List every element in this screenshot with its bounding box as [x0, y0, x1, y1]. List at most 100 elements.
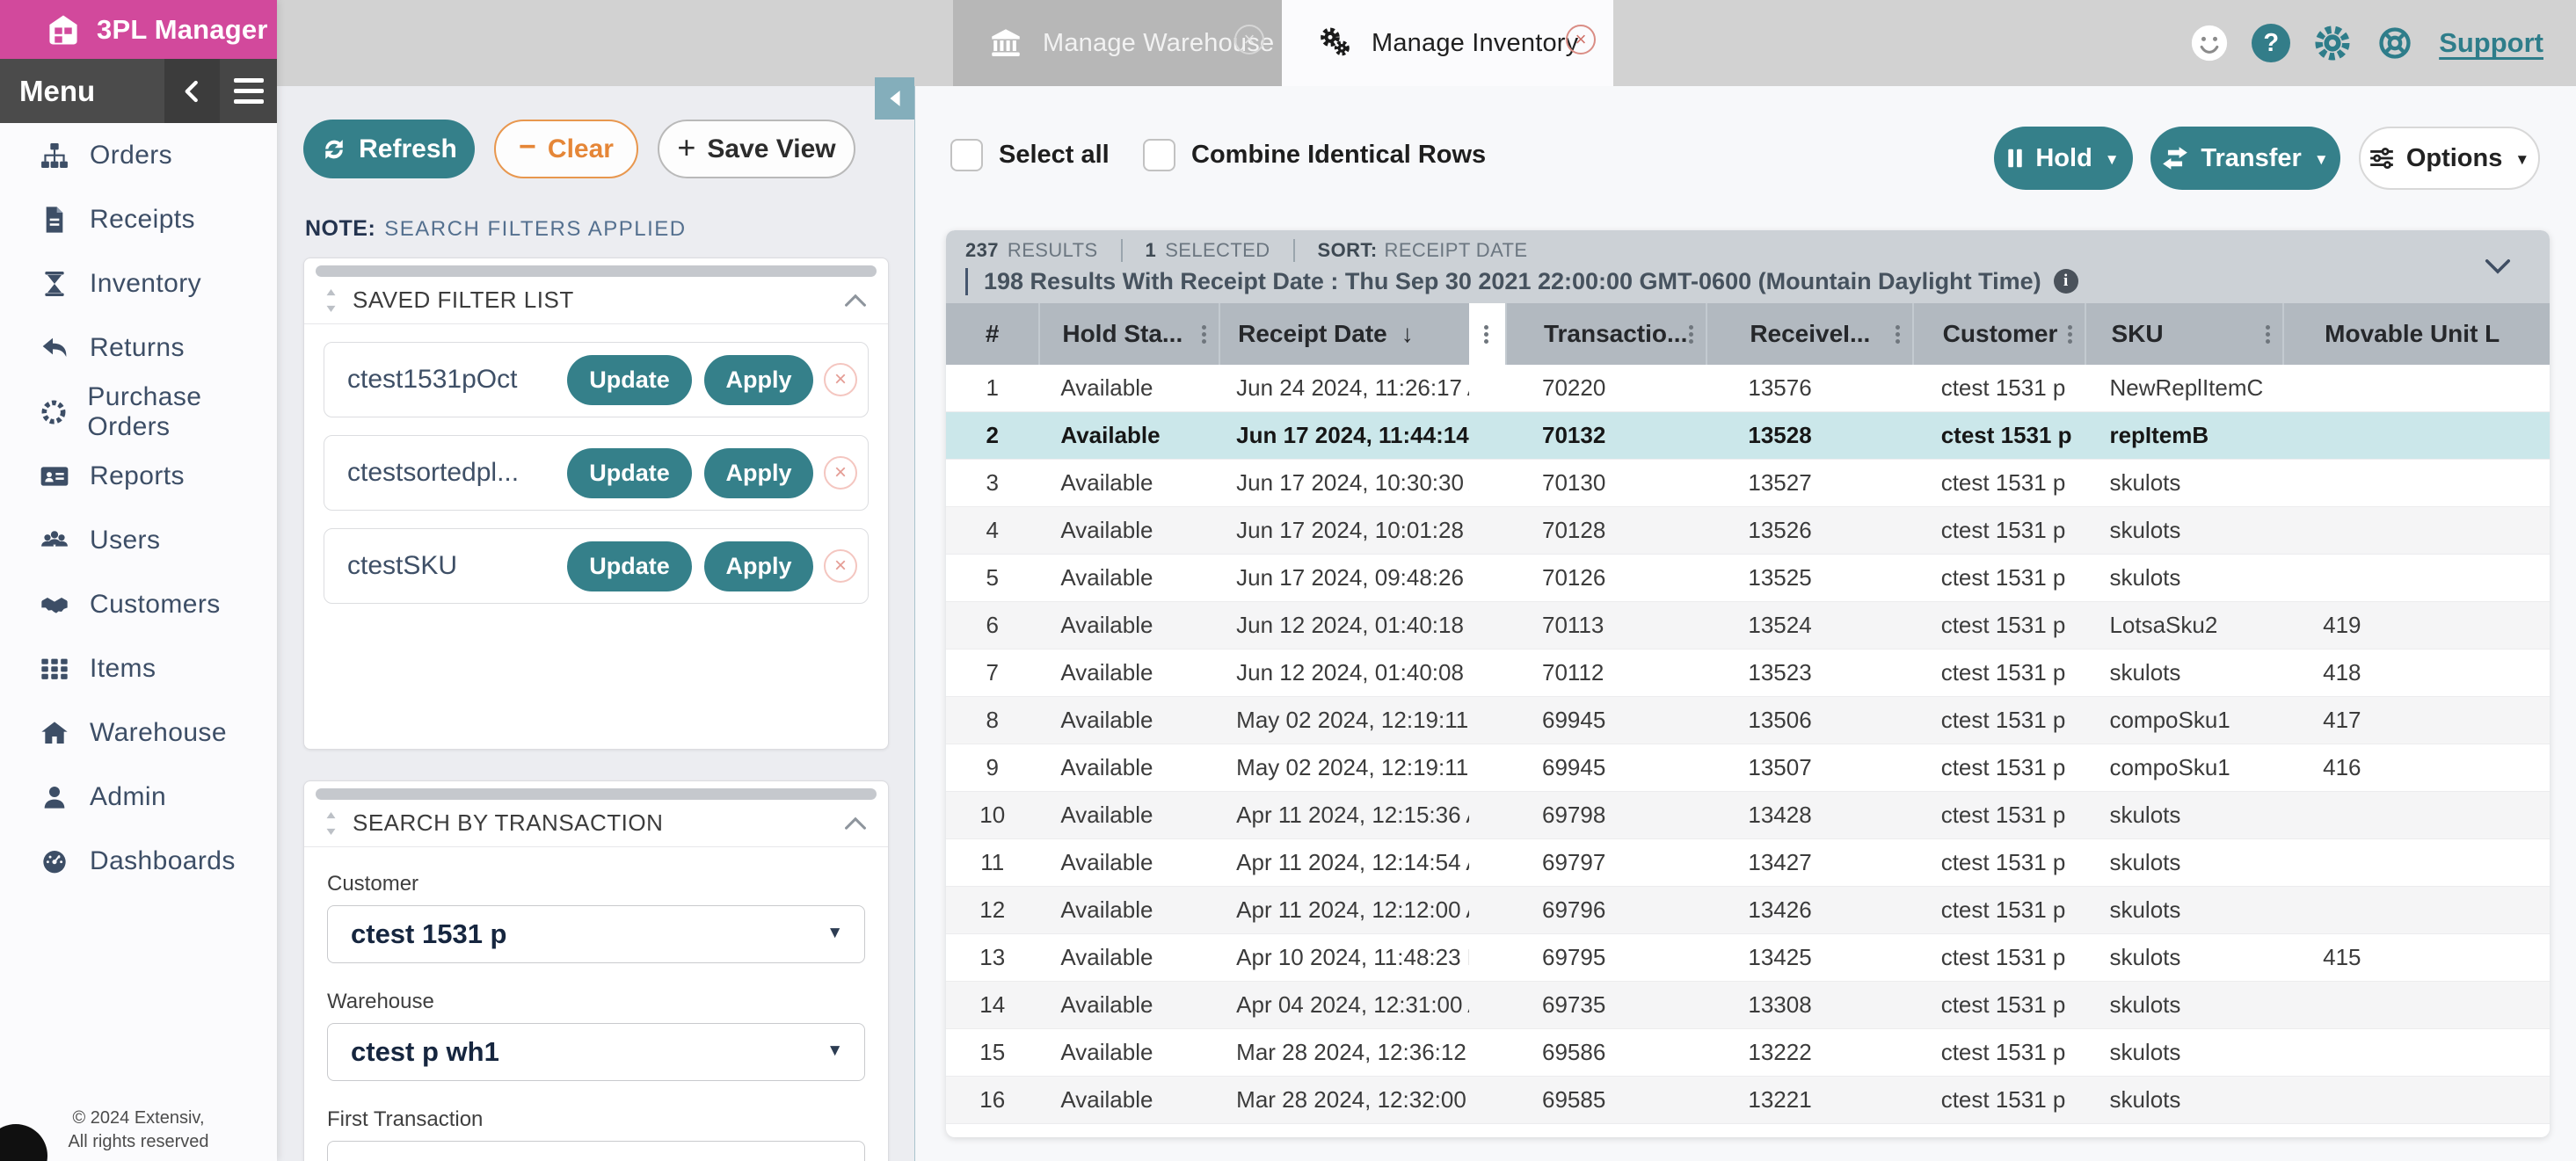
- apply-filter-button[interactable]: Apply: [704, 448, 813, 498]
- delete-filter-icon[interactable]: ×: [824, 363, 857, 396]
- table-row-11[interactable]: 11AvailableApr 11 2024, 12:14:54 AM69797…: [946, 839, 2550, 887]
- info-icon[interactable]: i: [2054, 269, 2078, 294]
- id-card-icon: [39, 461, 70, 492]
- transfer-button[interactable]: Transfer ▼: [2150, 127, 2340, 190]
- table-row-4[interactable]: 4AvailableJun 17 2024, 10:01:28 AM701281…: [946, 507, 2550, 555]
- table-row-10[interactable]: 10AvailableApr 11 2024, 12:15:36 AM69798…: [946, 792, 2550, 839]
- table-row-6[interactable]: 6AvailableJun 12 2024, 01:40:18 PM701131…: [946, 602, 2550, 649]
- table-row-9[interactable]: 9AvailableMay 02 2024, 12:19:11 AM699451…: [946, 744, 2550, 792]
- saved-filter-row-2: ctestsortedpl...UpdateApply×: [324, 435, 869, 511]
- collapse-filter-panel-button[interactable]: [875, 77, 914, 120]
- delete-filter-icon[interactable]: ×: [824, 549, 857, 583]
- first-transaction-input[interactable]: [327, 1141, 865, 1161]
- customer-select[interactable]: ctest 1531 p ▼: [327, 905, 865, 963]
- column-header-receipt-date[interactable]: Receipt Date↓: [1219, 303, 1468, 365]
- column-header-receivei[interactable]: ReceiveI...: [1706, 303, 1911, 365]
- save-view-button[interactable]: + Save View: [658, 120, 855, 178]
- table-row-5[interactable]: 5AvailableJun 17 2024, 09:48:26 AM701261…: [946, 555, 2550, 602]
- cell: 13523: [1706, 649, 1911, 697]
- drag-handle-icon[interactable]: [325, 812, 337, 835]
- help-icon[interactable]: ?: [2252, 24, 2290, 62]
- table-row-3[interactable]: 3AvailableJun 17 2024, 10:30:30 AM701301…: [946, 460, 2550, 507]
- collapse-sidebar-button[interactable]: [164, 59, 220, 123]
- cell: Available: [1038, 1029, 1219, 1077]
- chevron-up-icon[interactable]: [844, 294, 867, 308]
- update-filter-button[interactable]: Update: [567, 355, 692, 405]
- column-header-hold-sta[interactable]: Hold Sta...: [1038, 303, 1219, 365]
- close-tab-icon[interactable]: ×: [1234, 25, 1264, 54]
- drag-handle-icon[interactable]: [325, 289, 337, 312]
- column-header-movable-unit-l[interactable]: Movable Unit L: [2282, 303, 2550, 365]
- sidebar-item-receipts[interactable]: Receipts: [0, 187, 277, 251]
- combine-rows-checkbox[interactable]: [1143, 139, 1175, 171]
- sort-label: SORT:: [1318, 239, 1378, 262]
- sidebar-item-items[interactable]: Items: [0, 636, 277, 700]
- update-filter-button[interactable]: Update: [567, 448, 692, 498]
- warehouse-select[interactable]: ctest p wh1 ▼: [327, 1023, 865, 1081]
- table-row-1[interactable]: 1AvailableJun 24 2024, 11:26:17 AM702201…: [946, 365, 2550, 412]
- hold-button[interactable]: Hold ▼: [1994, 127, 2133, 190]
- cell: [1469, 934, 1505, 982]
- table-row-13[interactable]: 13AvailableApr 10 2024, 11:48:23 PM69795…: [946, 934, 2550, 982]
- sidebar-item-warehouse[interactable]: Warehouse: [0, 700, 277, 765]
- menu-toggle-button[interactable]: [220, 59, 277, 123]
- tab-manage-inventory[interactable]: Manage Inventory ×: [1282, 0, 1613, 86]
- saved-filter-list-header[interactable]: SAVED FILTER LIST: [304, 277, 888, 324]
- table-row-2[interactable]: 2AvailableJun 17 2024, 11:44:14 AM701321…: [946, 412, 2550, 460]
- column-menu-icon[interactable]: [2266, 325, 2270, 330]
- table-row-14[interactable]: 14AvailableApr 04 2024, 12:31:00 AM69735…: [946, 982, 2550, 1029]
- table-row-16[interactable]: 16AvailableMar 28 2024, 12:32:00 AM69585…: [946, 1077, 2550, 1124]
- column-header-customer[interactable]: Customer: [1912, 303, 2085, 365]
- results-summary: 198 Results With Receipt Date : Thu Sep …: [984, 268, 2041, 295]
- sidebar-item-users[interactable]: Users: [0, 508, 277, 572]
- sidebar-item-admin[interactable]: Admin: [0, 765, 277, 829]
- clear-button[interactable]: − Clear: [494, 120, 638, 178]
- column-header-[interactable]: #: [946, 303, 1038, 365]
- column-menu-icon[interactable]: [1484, 325, 1488, 330]
- sidebar-item-purchase-orders[interactable]: Purchase Orders: [0, 380, 277, 444]
- sidebar-item-orders[interactable]: Orders: [0, 123, 277, 187]
- column-label: SKU: [2111, 320, 2163, 347]
- settings-gear-icon[interactable]: [2312, 23, 2353, 63]
- card-scrollbar[interactable]: [316, 265, 877, 277]
- feedback-smiley-icon[interactable]: [2189, 23, 2230, 63]
- chevron-up-icon[interactable]: [844, 816, 867, 831]
- life-ring-icon[interactable]: [2375, 23, 2415, 63]
- sidebar-item-inventory[interactable]: Inventory: [0, 251, 277, 316]
- expand-chevron-icon[interactable]: [2485, 258, 2511, 274]
- sort-value: RECEIPT DATE: [1385, 239, 1528, 262]
- table-row-15[interactable]: 15AvailableMar 28 2024, 12:36:12 AM69586…: [946, 1029, 2550, 1077]
- column-menu-icon[interactable]: [1202, 325, 1206, 330]
- sidebar-item-customers[interactable]: Customers: [0, 572, 277, 636]
- support-link[interactable]: Support: [2439, 27, 2543, 59]
- table-row-12[interactable]: 12AvailableApr 11 2024, 12:12:00 AM69796…: [946, 887, 2550, 934]
- sidebar-item-reports[interactable]: Reports: [0, 444, 277, 508]
- column-header-transactio[interactable]: Transactio...: [1505, 303, 1706, 365]
- column-header-sku[interactable]: SKU: [2085, 303, 2282, 365]
- search-by-transaction-header[interactable]: SEARCH BY TRANSACTION: [304, 800, 888, 847]
- table-row-8[interactable]: 8AvailableMay 02 2024, 12:19:11 AM699451…: [946, 697, 2550, 744]
- card-scrollbar[interactable]: [316, 788, 877, 800]
- column-menu-icon[interactable]: [2068, 325, 2072, 330]
- combine-rows-checkbox-group[interactable]: Combine Identical Rows: [1143, 139, 1486, 171]
- tab-manage-warehouse[interactable]: Manage Warehouse ×: [953, 0, 1282, 86]
- update-filter-button[interactable]: Update: [567, 541, 692, 591]
- table-row-7[interactable]: 7AvailableJun 12 2024, 01:40:08 PM701121…: [946, 649, 2550, 697]
- column-menu-icon[interactable]: [1689, 325, 1693, 330]
- apply-filter-button[interactable]: Apply: [704, 355, 813, 405]
- sidebar-item-dashboards[interactable]: Dashboards: [0, 829, 277, 893]
- select-all-checkbox-group[interactable]: Select all: [950, 139, 1110, 171]
- delete-filter-icon[interactable]: ×: [824, 456, 857, 490]
- select-all-checkbox[interactable]: [950, 139, 983, 171]
- column-menu-icon[interactable]: [1896, 325, 1900, 330]
- refresh-button[interactable]: Refresh: [303, 120, 475, 178]
- user-icon: [39, 781, 70, 813]
- cell: Jun 24 2024, 11:26:17 AM: [1219, 365, 1468, 412]
- app-logo[interactable]: 3PL Manager: [0, 0, 277, 59]
- sidebar-item-returns[interactable]: Returns: [0, 316, 277, 380]
- apply-filter-button[interactable]: Apply: [704, 541, 813, 591]
- close-tab-icon[interactable]: ×: [1566, 25, 1596, 54]
- column-header-menu[interactable]: [1469, 303, 1505, 365]
- options-button[interactable]: Options ▼: [2359, 127, 2540, 190]
- cell: ctest 1531 p: [1912, 1029, 2085, 1077]
